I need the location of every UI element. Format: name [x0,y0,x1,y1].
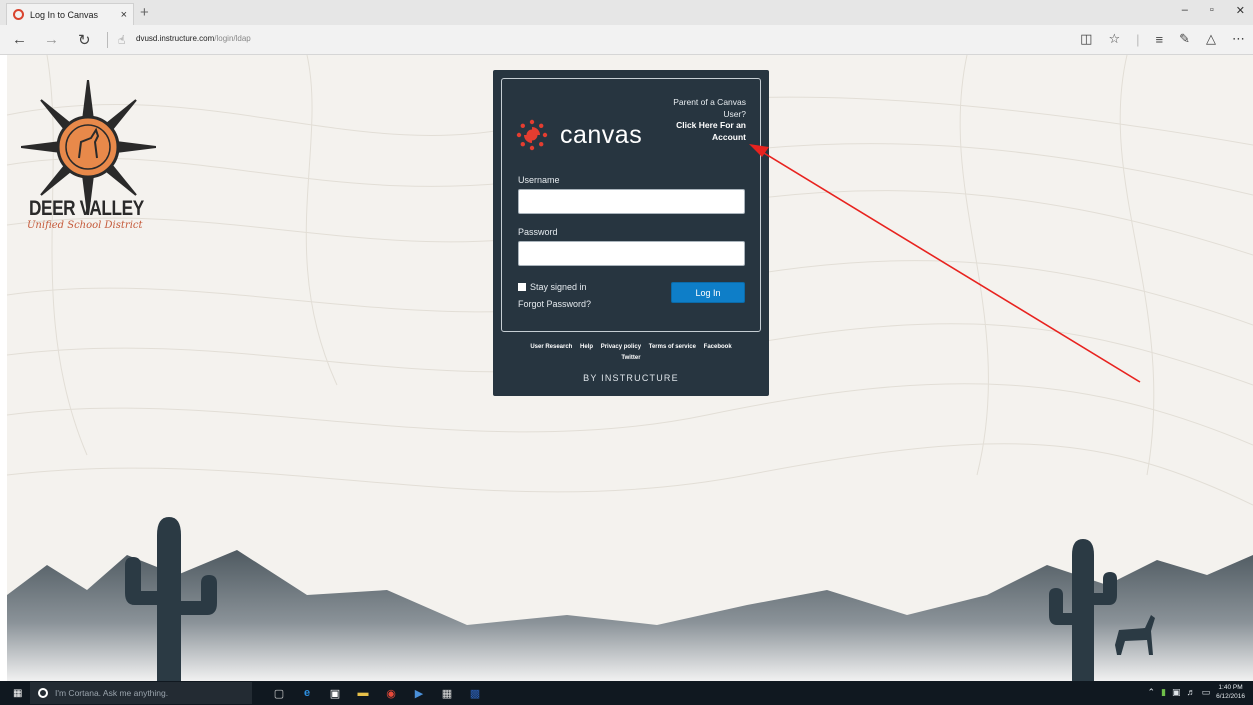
more-icon[interactable]: ⋯ [1232,31,1245,47]
browser-toolbar: ◫ ☆ | ≡ ✎ △ ⋯ [1080,31,1245,47]
back-button[interactable]: ← [12,31,27,48]
battery-icon[interactable]: ▮ [1161,687,1166,698]
reading-view-icon[interactable]: ◫ [1080,31,1092,47]
web-note-icon[interactable]: ✎ [1179,31,1190,47]
cortana-placeholder: I'm Cortana. Ask me anything. [55,688,169,698]
cortana-icon [38,688,48,698]
volume-icon[interactable]: ♬ [1187,687,1196,697]
share-icon[interactable]: △ [1206,31,1216,47]
system-tray: ⌃ ▮ ▣ ♬ ▭ 1:40 PM 6/12/2016 [1148,683,1245,701]
windows-taskbar: ▦ I'm Cortana. Ask me anything. ▢ e ▣ ▬ … [0,681,1253,705]
network-icon[interactable]: ▣ [1172,687,1181,698]
address-bar: ← → ↻ ☝ dvusd.instructure.com/login/ldap… [0,25,1253,55]
forward-button[interactable]: → [44,31,59,48]
taskbar-apps: ▢ e ▣ ▬ ◉ ▶ ▦ ▩ [270,684,484,702]
arrow-line [758,149,1141,383]
file-explorer-icon[interactable]: ▬ [354,684,372,702]
task-view-icon[interactable]: ▢ [270,684,288,702]
clock-time: 1:40 PM [1218,684,1243,691]
windows-start-icon[interactable]: ▦ [13,688,22,699]
close-window-button[interactable]: ✕ [1236,4,1245,17]
calculator-icon[interactable]: ▦ [438,684,456,702]
url-host: dvusd.instructure.com [136,34,215,43]
clock-date: 6/12/2016 [1216,693,1245,700]
chrome-icon[interactable]: ◉ [382,684,400,702]
refresh-button[interactable]: ↻ [78,31,91,49]
divider [107,32,108,48]
cortana-search[interactable]: I'm Cortana. Ask me anything. [30,682,252,704]
edge-browser-icon[interactable]: e [298,684,316,702]
tab-title: Log In to Canvas [30,9,99,20]
annotation-arrow [749,144,1141,383]
canvas-favicon-icon [13,9,24,20]
minimize-button[interactable]: – [1182,4,1188,17]
divider: | [1136,31,1140,47]
media-player-icon[interactable]: ▶ [410,684,428,702]
restore-button[interactable]: ▫ [1210,4,1214,17]
hub-icon[interactable]: ≡ [1156,32,1164,47]
store-icon[interactable]: ▣ [326,684,344,702]
word-icon[interactable]: ▩ [466,684,484,702]
lock-icon[interactable]: ☝ [118,33,125,47]
new-tab-button[interactable]: + [140,4,149,21]
favorite-star-icon[interactable]: ☆ [1108,31,1120,47]
close-tab-icon[interactable]: × [121,9,127,21]
browser-tab-bar: Log In to Canvas × + – ▫ ✕ [0,0,1253,25]
clock[interactable]: 1:40 PM 6/12/2016 [1216,683,1245,701]
window-controls: – ▫ ✕ [1182,4,1245,17]
browser-tab[interactable]: Log In to Canvas × [6,3,134,25]
action-center-icon[interactable]: ▭ [1202,687,1211,698]
page-background: DEER VALLEY Unified School District canv [7,55,1253,681]
show-hidden-icons-icon[interactable]: ⌃ [1148,687,1156,698]
url-path: /login/ldap [214,34,251,43]
url-field[interactable]: dvusd.instructure.com/login/ldap [136,34,251,43]
